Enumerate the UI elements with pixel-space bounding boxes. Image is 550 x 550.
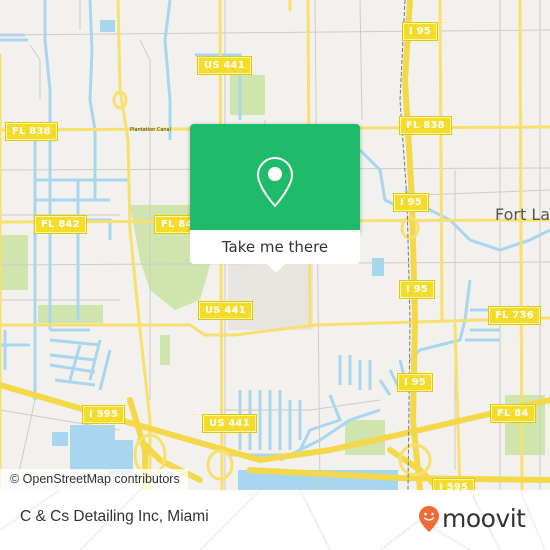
road-shield-us441: US 441 [198, 57, 251, 74]
road-shield-fl842: FL 842 [35, 216, 86, 233]
road-shield-i595: I 595 [433, 479, 475, 490]
road-shield-us441: US 441 [203, 415, 256, 432]
moovit-logo[interactable]: moovit [418, 505, 526, 533]
road-shield-fl736: FL 736 [489, 307, 540, 324]
road-shield-fl838: FL 838 [6, 123, 57, 140]
place-name: C & Cs Detailing Inc, Miami [20, 508, 209, 525]
take-me-there-button[interactable]: Take me there [190, 230, 360, 264]
location-popup: Take me there [190, 124, 360, 273]
road-shield-fl84: FL 84 [491, 405, 535, 422]
moovit-pin-icon [419, 506, 439, 532]
road-shield-us441: US 441 [199, 302, 252, 319]
map-attribution[interactable]: © OpenStreetMap contributors [0, 469, 188, 490]
popup-pointer [267, 264, 285, 273]
road-shield-i95: I 95 [398, 374, 432, 391]
footer: C & Cs Detailing Inc, Miami moovit [0, 490, 550, 550]
map-pin-icon [256, 156, 294, 208]
road-shield-fl838: FL 838 [400, 117, 451, 134]
road-shield-i95: I 95 [394, 194, 428, 211]
road-shield-i595: I 595 [83, 406, 125, 423]
map-view[interactable]: Plantation Canal US 441 FL 838 FL 838 I … [0, 0, 550, 490]
popup-header [190, 124, 360, 230]
city-label: Fort La [495, 205, 550, 224]
road-shield-i95: I 95 [403, 23, 437, 40]
road-shield-i95: I 95 [400, 281, 434, 298]
moovit-wordmark: moovit [442, 504, 526, 533]
street-label: Plantation Canal [130, 127, 172, 133]
